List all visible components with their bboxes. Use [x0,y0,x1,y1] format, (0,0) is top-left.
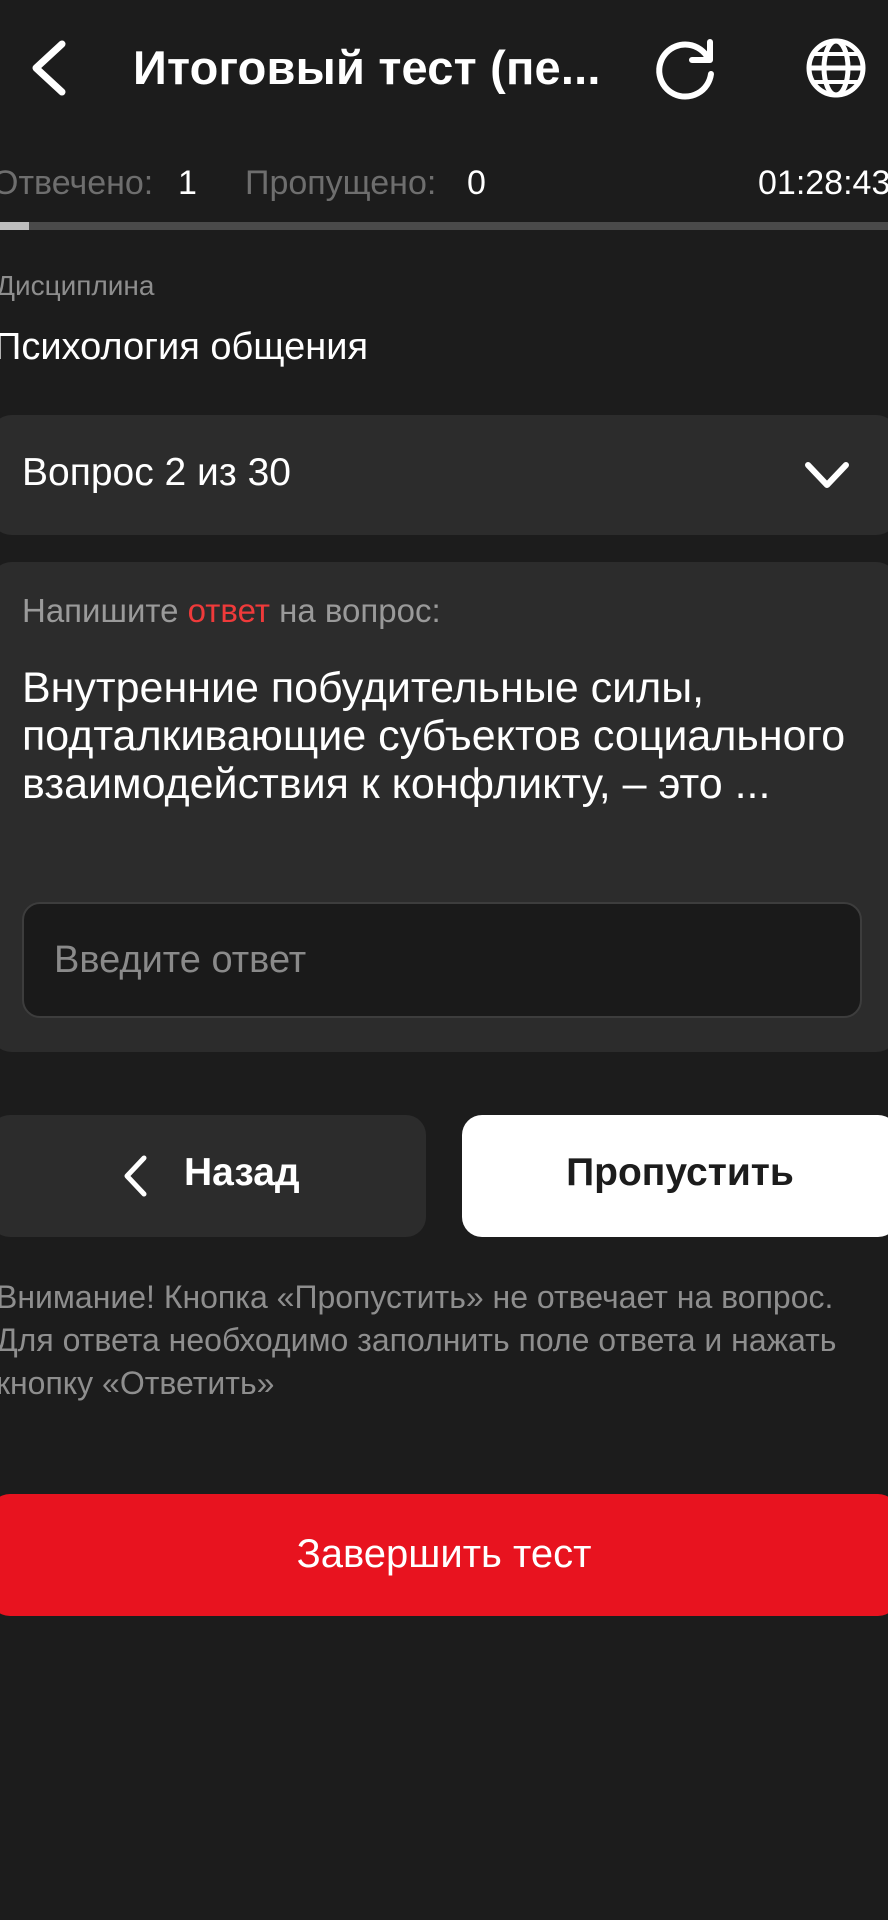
chevron-left-icon [124,1155,147,1197]
question-card: Напишите ответ на вопрос: Внутренние поб… [0,562,888,1052]
skipped-label: Пропущено: [245,164,437,202]
discipline-label: Дисциплина [0,270,155,301]
page-title: Итоговый тест (пе... [133,41,601,94]
refresh-icon[interactable] [650,36,720,102]
question-selector[interactable]: Вопрос 2 из 30 [0,415,888,535]
progress-bar [0,222,888,230]
chevron-down-icon [805,462,849,488]
skip-button[interactable]: Пропустить [462,1115,888,1237]
question-text: Внутренние побудительные силы, подталкив… [22,664,846,808]
answered-count: 1 [178,164,197,202]
prompt-text-before: Напишите [22,592,188,629]
back-button[interactable]: Назад [0,1115,426,1237]
answer-input[interactable] [22,902,862,1018]
question-number: Вопрос 2 из 30 [22,451,291,494]
chevron-left-icon[interactable] [22,36,74,100]
prompt-accent: ответ [187,592,270,629]
top-bar: Итоговый тест (пе... [0,0,888,140]
skip-warning: Внимание! Кнопка «Пропустить» не отвечае… [0,1279,837,1401]
prompt-text-after: на вопрос: [269,592,441,629]
progress-fill [0,222,30,230]
answered-label: Отвечено: [0,164,154,202]
back-button-label: Назад [184,1151,300,1194]
question-prompt: Напишите ответ на вопрос: [22,592,441,630]
test-stats: Отвечено: 1 Пропущено: 0 01:28:43 [0,160,888,210]
skip-button-label: Пропустить [566,1151,794,1194]
skipped-count: 0 [467,164,486,202]
finish-test-button-label: Завершить тест [296,1532,592,1576]
timer: 01:28:43 [758,164,888,202]
finish-test-button[interactable]: Завершить тест [0,1494,888,1616]
globe-icon[interactable] [804,36,868,100]
discipline-name: Психология общения [0,326,369,368]
